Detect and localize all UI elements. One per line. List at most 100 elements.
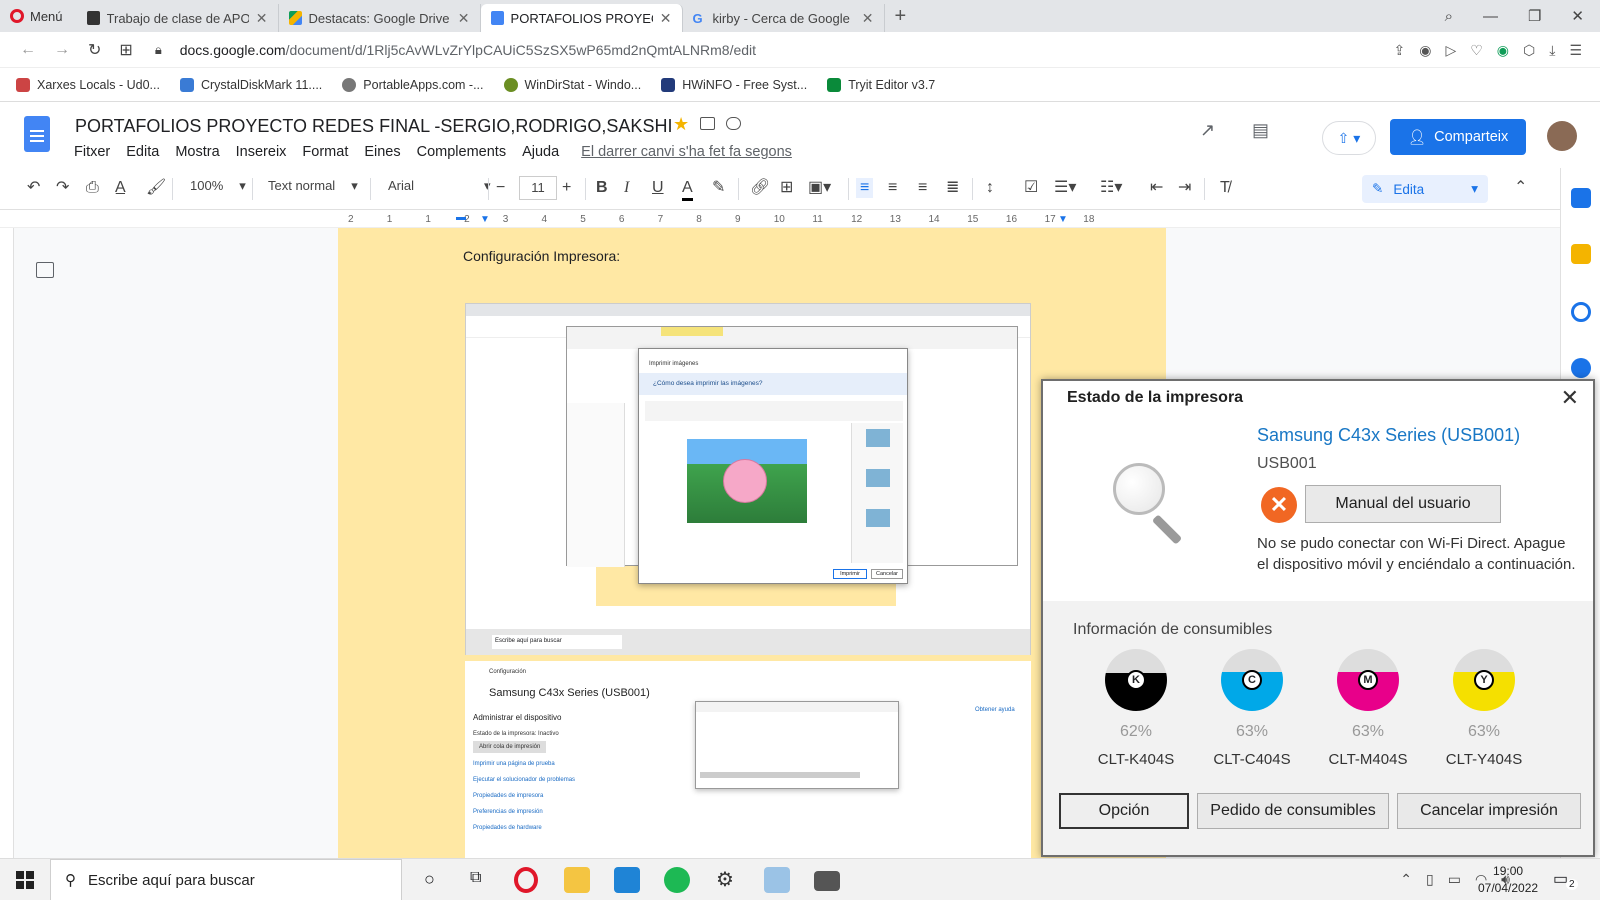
embedded-screenshot-print[interactable]: Escribe aquí para buscar Imprimir imágen… xyxy=(465,303,1031,655)
text-color-icon[interactable]: A xyxy=(682,178,693,201)
bulleted-list-icon[interactable]: ☰▾ xyxy=(1054,178,1076,198)
redo-icon[interactable]: ↷ xyxy=(56,178,69,198)
extensions-icon[interactable]: ⬡ xyxy=(1523,42,1535,59)
bookmark-item[interactable]: HWiNFO - Free Syst... xyxy=(661,77,807,92)
tab-docs[interactable]: PORTAFOLIOS PROYECTO F ✕ xyxy=(480,4,683,32)
numbered-list-icon[interactable]: ☷▾ xyxy=(1100,178,1122,198)
image-icon[interactable]: ▣▾ xyxy=(808,178,831,198)
browser-menu-button[interactable]: Menú xyxy=(0,0,77,32)
font-select[interactable]: Arial▾ xyxy=(388,178,491,194)
close-window-button[interactable]: ✕ xyxy=(1571,7,1584,25)
line-spacing-icon[interactable]: ↕ xyxy=(986,178,994,198)
forward-icon[interactable]: → xyxy=(54,41,70,59)
back-icon[interactable]: ← xyxy=(20,41,36,59)
bold-icon[interactable]: B xyxy=(596,178,608,198)
windows-start-icon[interactable] xyxy=(16,871,34,889)
order-supplies-button[interactable]: Pedido de consumibles xyxy=(1197,793,1389,829)
menu-format[interactable]: Format xyxy=(302,144,348,160)
docs-logo-icon[interactable] xyxy=(24,116,50,152)
search-tabs-icon[interactable]: ⌕ xyxy=(1445,8,1453,25)
zoom-select[interactable]: 100% ▾ xyxy=(190,178,246,194)
maximize-button[interactable]: ❐ xyxy=(1528,7,1541,25)
increase-font-size-icon[interactable]: + xyxy=(562,178,571,198)
bookmark-item[interactable]: PortableApps.com -... xyxy=(342,77,484,92)
close-icon[interactable]: ✕ xyxy=(256,10,268,27)
easy-setup-icon[interactable]: ☰ xyxy=(1569,42,1582,59)
move-folder-icon[interactable] xyxy=(700,117,715,130)
heart-icon[interactable]: ♡ xyxy=(1470,42,1483,59)
star-icon[interactable]: ★ xyxy=(673,114,689,135)
spotify-icon[interactable] xyxy=(664,867,690,893)
clear-formatting-icon[interactable]: T̸ xyxy=(1220,178,1230,198)
italic-icon[interactable]: I xyxy=(624,178,629,198)
tab-drive[interactable]: Destacats: Google Drive ✕ xyxy=(279,4,481,32)
url-field[interactable]: docs.google.com/document/d/1Rlj5cAvWLvZr… xyxy=(180,42,756,58)
paint-format-icon[interactable]: 🖌︎ xyxy=(146,178,166,198)
document-title[interactable]: PORTAFOLIOS PROYECTO REDES FINAL -SERGIO… xyxy=(75,116,672,137)
last-edit-link[interactable]: El darrer canvi s'ha fet fa segons xyxy=(581,144,792,160)
menu-ajuda[interactable]: Ajuda xyxy=(522,144,559,160)
battery-icon[interactable]: ▭ xyxy=(1448,871,1461,888)
activity-icon[interactable]: ↗ xyxy=(1200,120,1215,141)
task-view-icon[interactable]: ⧉ xyxy=(470,869,481,887)
lock-icon[interactable]: 🔒︎ xyxy=(155,42,162,58)
speed-dial-icon[interactable]: ⊞ xyxy=(119,40,132,60)
document-paragraph[interactable]: Configuración Impresora: xyxy=(463,248,620,264)
bookmark-item[interactable]: Xarxes Locals - Ud0... xyxy=(16,77,160,92)
remote-desktop-icon[interactable] xyxy=(764,867,790,893)
menu-insereix[interactable]: Insereix xyxy=(236,144,287,160)
reload-icon[interactable]: ↻ xyxy=(88,40,101,60)
send-icon[interactable]: ▷ xyxy=(1445,42,1456,59)
undo-icon[interactable]: ↶ xyxy=(27,178,40,198)
highlight-icon[interactable]: ✎ xyxy=(712,178,725,198)
file-explorer-icon[interactable] xyxy=(564,867,590,893)
vscode-icon[interactable] xyxy=(614,867,640,893)
printer-name-link[interactable]: Samsung C43x Series (USB001) xyxy=(1257,425,1520,446)
comment-icon[interactable]: ⊞ xyxy=(780,178,793,198)
left-indent-marker[interactable]: ▬ xyxy=(456,212,466,223)
snapshot-icon[interactable]: ◉ xyxy=(1419,42,1431,59)
avatar[interactable] xyxy=(1547,121,1577,151)
justify-icon[interactable]: ≣ xyxy=(946,178,959,198)
menu-complements[interactable]: Complements xyxy=(417,144,506,160)
cancel-print-button[interactable]: Cancelar impresión xyxy=(1397,793,1581,829)
keep-icon[interactable] xyxy=(1571,244,1591,264)
decrease-font-size-icon[interactable]: − xyxy=(496,178,505,198)
user-manual-button[interactable]: Manual del usuario xyxy=(1305,485,1501,523)
document-outline-icon[interactable] xyxy=(36,262,54,278)
new-tab-button[interactable]: + xyxy=(885,5,917,32)
editing-mode-select[interactable]: ✎ Edita ▾ xyxy=(1362,175,1488,203)
embedded-screenshot-settings[interactable]: Configuración Samsung C43x Series (USB00… xyxy=(465,661,1031,858)
decrease-indent-icon[interactable]: ⇤ xyxy=(1150,178,1163,198)
menu-edita[interactable]: Edita xyxy=(126,144,159,160)
download-icon[interactable]: ⤓ xyxy=(1549,42,1555,59)
right-margin-marker[interactable]: ▼ xyxy=(1058,214,1068,225)
comments-icon[interactable]: ▤ xyxy=(1252,120,1269,141)
option-button[interactable]: Opción xyxy=(1059,793,1189,829)
calendar-icon[interactable] xyxy=(1571,188,1591,208)
close-icon[interactable]: ✕ xyxy=(1561,385,1579,411)
minimize-button[interactable]: — xyxy=(1483,8,1498,25)
share-button[interactable]: 👤︎ Comparteix xyxy=(1390,119,1526,155)
taskbar-search-box[interactable]: ⚲ Escribe aquí para buscar xyxy=(50,859,402,900)
link-icon[interactable]: 🔗︎ xyxy=(750,178,770,198)
contacts-icon[interactable] xyxy=(1571,358,1591,378)
menu-mostra[interactable]: Mostra xyxy=(175,144,219,160)
present-button[interactable]: ⇧ ▾ xyxy=(1322,121,1376,155)
tasks-icon[interactable] xyxy=(1571,302,1591,322)
close-icon[interactable]: ✕ xyxy=(458,10,470,27)
close-icon[interactable]: ✕ xyxy=(862,10,874,27)
cloud-status-icon[interactable] xyxy=(726,117,741,130)
chevron-up-icon[interactable]: ⌃ xyxy=(1400,871,1412,888)
cortana-icon[interactable]: ○ xyxy=(424,869,435,890)
share-page-icon[interactable]: ⇪ xyxy=(1393,42,1405,59)
align-left-icon[interactable]: ≡ xyxy=(856,178,874,198)
checklist-icon[interactable]: ☑ xyxy=(1024,178,1038,198)
menu-fitxer[interactable]: Fitxer xyxy=(74,144,110,160)
underline-icon[interactable]: U xyxy=(652,178,664,198)
bookmark-item[interactable]: Tryit Editor v3.7 xyxy=(827,77,935,92)
bookmark-item[interactable]: CrystalDiskMark 11.... xyxy=(179,77,322,92)
align-center-icon[interactable]: ≡ xyxy=(888,178,897,198)
print-icon[interactable]: ⎙ xyxy=(86,178,99,198)
account-icon[interactable]: ◉ xyxy=(1497,42,1509,59)
